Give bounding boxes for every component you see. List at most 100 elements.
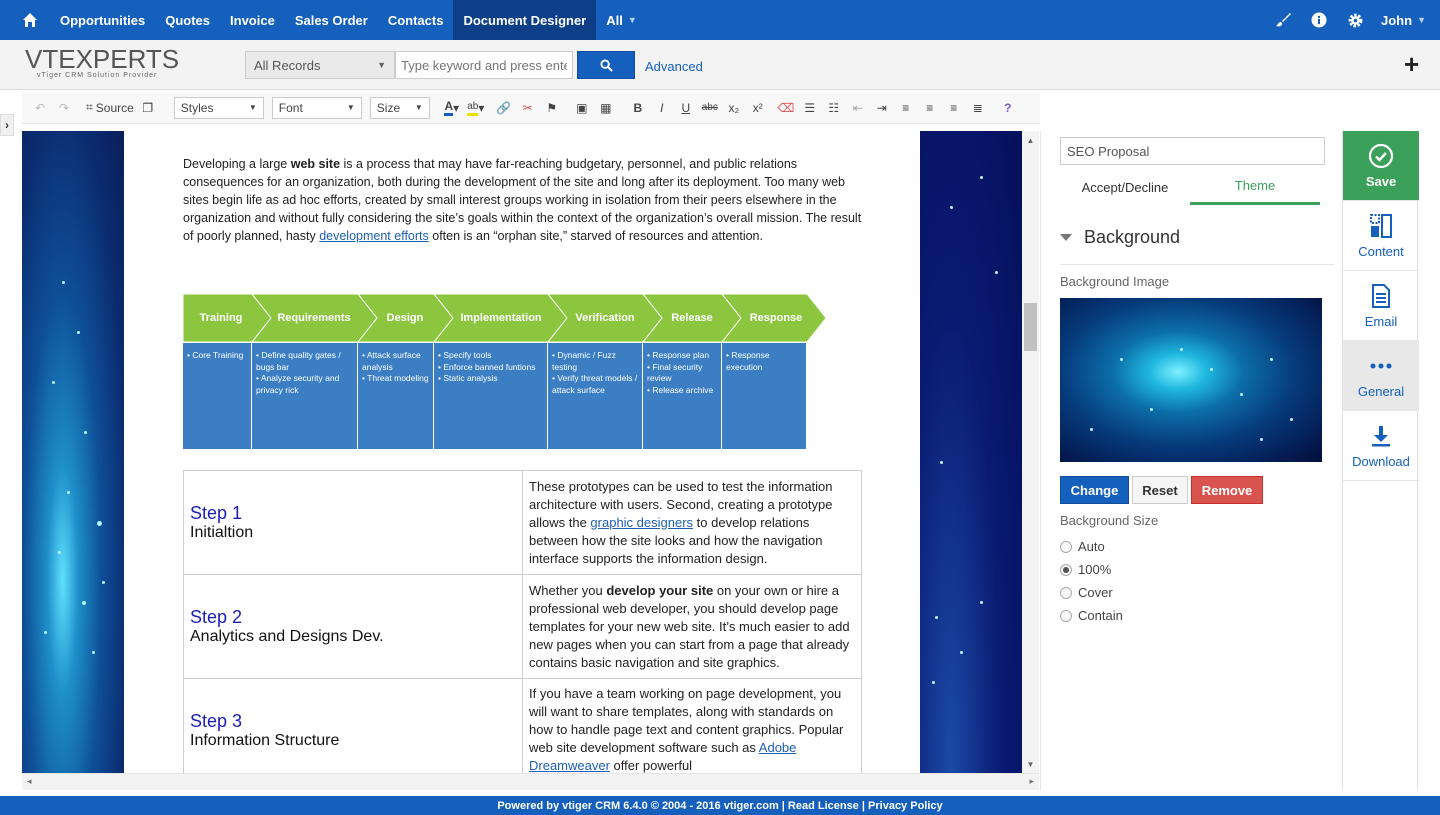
info-icon[interactable] — [1301, 0, 1337, 40]
gear-icon[interactable] — [1337, 0, 1373, 40]
background-section-header[interactable]: Background — [1060, 227, 1180, 248]
check-circle-icon — [1368, 142, 1394, 170]
undo-icon[interactable]: ↶ — [30, 97, 50, 119]
sdl-phase-implementation: Implementation — [460, 312, 542, 324]
vertical-scrollbar[interactable]: ▲ ▼ — [1022, 131, 1039, 773]
sidebar-item-content[interactable]: Content — [1343, 201, 1419, 271]
step-number: Step 1 — [190, 502, 243, 523]
background-right-panel — [920, 131, 1022, 773]
numbered-list-icon[interactable]: ☰ — [800, 97, 820, 119]
radio-button[interactable] — [1060, 563, 1072, 576]
nav-document-designer[interactable]: Document Designer — [453, 0, 597, 40]
nav-sales-order[interactable]: Sales Order — [285, 0, 378, 40]
scroll-right-arrow-icon[interactable]: ▸ — [1029, 776, 1034, 787]
nav-all-label: All — [606, 12, 623, 28]
link-icon[interactable]: 🔗 — [494, 97, 514, 119]
bg-size-option-auto[interactable]: Auto — [1060, 539, 1105, 554]
scroll-left-arrow-icon[interactable]: ◂ — [27, 776, 32, 787]
save-button[interactable]: Save — [1343, 131, 1419, 201]
bulleted-list-icon[interactable]: ☷ — [824, 97, 844, 119]
add-icon[interactable]: + — [1404, 51, 1419, 77]
templates-icon[interactable]: ❐ — [138, 97, 158, 119]
sdl-process-diagram: Training Requirements Design Implementat… — [183, 294, 833, 450]
radio-button[interactable] — [1060, 609, 1072, 622]
underline-icon[interactable]: U — [676, 97, 696, 119]
align-right-icon[interactable]: ≡ — [944, 97, 964, 119]
search-input[interactable] — [395, 51, 573, 79]
step-bold-text: develop your site — [606, 582, 714, 598]
user-menu[interactable]: John ▼ — [1373, 13, 1440, 28]
strikethrough-icon[interactable]: abc — [700, 97, 720, 119]
intro-paragraph[interactable]: Developing a large web site is a process… — [183, 155, 865, 245]
records-filter-select[interactable]: All Records ▼ — [245, 51, 395, 79]
home-icon[interactable] — [10, 0, 50, 40]
radio-button[interactable] — [1060, 586, 1072, 599]
radio-button[interactable] — [1060, 540, 1072, 553]
help-icon[interactable]: ? — [998, 97, 1018, 119]
nav-all-menu[interactable]: All ▼ — [596, 0, 647, 40]
source-code-icon: ⌗ — [86, 100, 93, 114]
nav-opportunities[interactable]: Opportunities — [50, 0, 155, 40]
nav-invoice[interactable]: Invoice — [220, 0, 285, 40]
image-icon[interactable]: ▣ — [572, 97, 592, 119]
search-button[interactable] — [577, 51, 635, 79]
scroll-up-arrow-icon[interactable]: ▲ — [1022, 133, 1039, 147]
superscript-icon[interactable]: x² — [748, 97, 768, 119]
horizontal-scrollbar[interactable]: ◂ ▸ — [22, 773, 1039, 790]
table-icon[interactable]: ▦ — [596, 97, 616, 119]
nav-quotes[interactable]: Quotes — [155, 0, 220, 40]
tab-accept-decline[interactable]: Accept/Decline — [1060, 169, 1190, 205]
remove-format-icon[interactable]: ⌫ — [776, 97, 796, 119]
sidebar-item-label: General — [1357, 384, 1405, 399]
text-color-icon[interactable]: A ▾ — [442, 97, 462, 119]
bg-size-option-cover[interactable]: Cover — [1060, 585, 1113, 600]
step-description[interactable]: If you have a team working on page devel… — [522, 678, 862, 773]
bg-size-option-contain[interactable]: Contain — [1060, 608, 1123, 623]
bg-size-option-100[interactable]: 100% — [1060, 562, 1111, 577]
sidebar-item-download[interactable]: Download — [1343, 411, 1419, 481]
align-center-icon[interactable]: ≡ — [920, 97, 940, 119]
document-canvas[interactable]: Developing a large web site is a process… — [22, 131, 1022, 773]
scrollbar-thumb[interactable] — [1024, 303, 1037, 351]
nav-contacts[interactable]: Contacts — [378, 0, 454, 40]
align-justify-icon[interactable]: ≣ — [968, 97, 988, 119]
step-cell[interactable]: Step 3 Information Structure — [183, 678, 523, 773]
source-button[interactable]: ⌗ Source — [86, 97, 134, 119]
download-icon — [1370, 422, 1392, 450]
tab-theme[interactable]: Theme — [1190, 169, 1320, 205]
scroll-down-arrow-icon[interactable]: ▼ — [1022, 757, 1039, 771]
document-page[interactable]: Developing a large web site is a process… — [124, 131, 920, 773]
align-left-icon[interactable]: ≡ — [896, 97, 916, 119]
outdent-icon[interactable]: ⇤ — [848, 97, 868, 119]
font-select[interactable]: Font ▼ — [271, 96, 362, 119]
advanced-search-link[interactable]: Advanced — [645, 59, 703, 74]
document-name-input[interactable] — [1060, 137, 1325, 165]
anchor-flag-icon[interactable]: ⚑ — [542, 97, 562, 119]
step-cell[interactable]: Step 2 Analytics and Designs Dev. — [183, 574, 523, 679]
graphic-designers-link[interactable]: graphic designers — [590, 515, 693, 530]
unlink-icon[interactable]: ✂ — [518, 97, 538, 119]
bold-icon[interactable]: B — [628, 97, 648, 119]
background-left-panel — [22, 131, 124, 773]
development-efforts-link[interactable]: development efforts — [319, 229, 429, 243]
size-select[interactable]: Size ▼ — [369, 96, 430, 119]
redo-icon[interactable]: ↷ — [54, 97, 74, 119]
sdl-phase-training: Training — [199, 312, 243, 324]
step-description[interactable]: These prototypes can be used to test the… — [522, 470, 862, 575]
sidebar-item-general[interactable]: General — [1343, 341, 1419, 411]
step-cell[interactable]: Step 1 Initialtion — [183, 470, 523, 575]
styles-select[interactable]: Styles ▼ — [173, 96, 264, 119]
editor-toolbar: ↶ ↷ ⌗ Source ❐ Styles ▼ Font ▼ Size ▼ A ▾ ab ▾… — [22, 92, 1040, 124]
sidebar-item-label: Download — [1352, 454, 1410, 469]
subscript-icon[interactable]: x₂ — [724, 97, 744, 119]
sidebar-toggle-chevron-icon[interactable]: › — [0, 114, 14, 136]
sidebar-item-email[interactable]: Email — [1343, 271, 1419, 341]
indent-icon[interactable]: ⇥ — [872, 97, 892, 119]
brush-icon[interactable] — [1265, 0, 1301, 40]
step-description[interactable]: Whether you develop your site on your ow… — [522, 574, 862, 679]
change-button[interactable]: Change — [1060, 476, 1129, 504]
italic-icon[interactable]: I — [652, 97, 672, 119]
remove-button[interactable]: Remove — [1191, 476, 1263, 504]
background-color-icon[interactable]: ab ▾ — [466, 97, 486, 119]
reset-button[interactable]: Reset — [1132, 476, 1188, 504]
